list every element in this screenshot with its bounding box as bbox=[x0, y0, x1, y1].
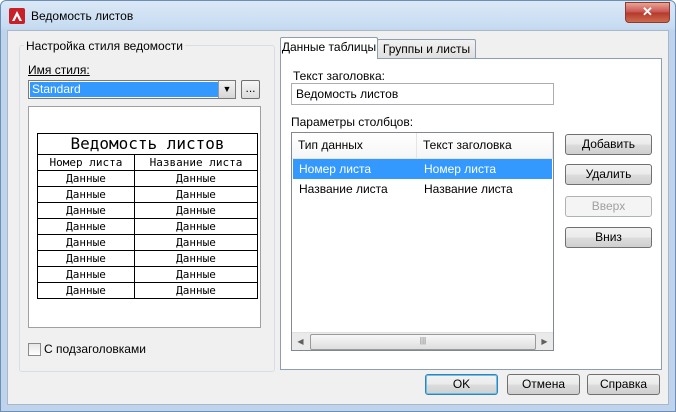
preview-row: Данные Данные bbox=[37, 234, 259, 251]
move-down-button[interactable]: Вниз bbox=[565, 227, 652, 248]
style-name-combobox[interactable]: Standard ▼ bbox=[28, 80, 236, 99]
preview-cell: Данные bbox=[133, 202, 259, 219]
subheaders-checkbox[interactable] bbox=[28, 343, 41, 356]
column-header-data-type[interactable]: Тип данных bbox=[292, 133, 417, 158]
browse-style-button[interactable]: ... bbox=[241, 80, 260, 99]
preview-cell: Данные bbox=[133, 186, 259, 203]
preview-cell: Данные bbox=[133, 170, 259, 187]
header-text-input[interactable]: Ведомость листов bbox=[291, 83, 554, 105]
ok-button[interactable]: OK bbox=[425, 374, 498, 395]
remove-button[interactable]: Удалить bbox=[565, 164, 652, 185]
header-text-label: Текст заголовка: bbox=[293, 69, 385, 83]
tab-groups-and-sheets[interactable]: Группы и листы bbox=[377, 39, 476, 58]
preview-row: Данные Данные bbox=[37, 250, 259, 267]
column-header-header-text[interactable]: Текст заголовка bbox=[417, 133, 553, 158]
list-item[interactable]: Название листа Название листа bbox=[293, 179, 552, 199]
preview-cell: Данные bbox=[37, 218, 135, 235]
preview-cell: Данные bbox=[37, 170, 135, 187]
close-button[interactable]: ✕ bbox=[625, 2, 670, 23]
preview-table: Ведомость листов Номер листа Название ли… bbox=[37, 133, 259, 299]
horizontal-scrollbar[interactable]: ◀ ||| ▶ bbox=[292, 332, 553, 350]
cancel-button[interactable]: Отмена bbox=[507, 374, 580, 395]
window-title: Ведомость листов bbox=[31, 9, 134, 23]
dialog-client-area: Настройка стиля ведомости Имя стиля: Sta… bbox=[7, 30, 669, 405]
preview-row: Данные Данные bbox=[37, 170, 259, 187]
move-up-button[interactable]: Вверх bbox=[565, 196, 652, 217]
chevron-down-icon[interactable]: ▼ bbox=[218, 81, 235, 98]
list-item-header: Название листа bbox=[424, 182, 513, 196]
preview-cell: Данные bbox=[37, 266, 135, 283]
preview-cell: Данные bbox=[37, 202, 135, 219]
preview-title: Ведомость листов bbox=[37, 133, 258, 155]
preview-cell: Данные bbox=[37, 234, 135, 251]
preview-cell: Данные bbox=[133, 266, 259, 283]
scroll-right-icon[interactable]: ▶ bbox=[536, 333, 553, 350]
autocad-logo-icon bbox=[9, 8, 25, 24]
list-item-type: Номер листа bbox=[299, 162, 372, 176]
list-item-header: Номер листа bbox=[424, 162, 497, 176]
columns-list[interactable]: Тип данных Текст заголовка Номер листа Н… bbox=[291, 132, 554, 351]
style-preview: Ведомость листов Номер листа Название ли… bbox=[28, 106, 261, 328]
preview-cell: Данные bbox=[37, 186, 135, 203]
preview-row: Данные Данные bbox=[37, 282, 259, 299]
scrollbar-thumb[interactable]: ||| bbox=[310, 334, 536, 350]
style-settings-group-title: Настройка стиля ведомости bbox=[24, 39, 185, 53]
style-name-value: Standard bbox=[30, 82, 218, 97]
scroll-left-icon[interactable]: ◀ bbox=[292, 333, 309, 350]
help-button[interactable]: Справка bbox=[587, 374, 660, 395]
column-settings-label: Параметры столбцов: bbox=[291, 115, 414, 129]
list-item-type: Название листа bbox=[299, 182, 388, 196]
add-button[interactable]: Добавить bbox=[565, 134, 652, 155]
preview-cell: Данные bbox=[37, 282, 135, 299]
style-name-label-text: Имя стиля: bbox=[28, 63, 90, 77]
preview-row: Данные Данные bbox=[37, 266, 259, 283]
list-item[interactable]: Номер листа Номер листа bbox=[293, 159, 552, 179]
preview-cell: Данные bbox=[133, 234, 259, 251]
preview-header: Название листа bbox=[133, 154, 259, 171]
subheaders-label[interactable]: С подзаголовками bbox=[44, 342, 146, 356]
preview-cell: Данные bbox=[133, 218, 259, 235]
preview-row: Данные Данные bbox=[37, 186, 259, 203]
preview-row: Данные Данные bbox=[37, 218, 259, 235]
preview-row: Данные Данные bbox=[37, 202, 259, 219]
tab-table-data[interactable]: Данные таблицы bbox=[280, 37, 378, 59]
preview-cell: Данные bbox=[37, 250, 135, 267]
preview-cell: Данные bbox=[133, 282, 259, 299]
title-bar[interactable]: Ведомость листов ✕ bbox=[1, 1, 675, 31]
preview-header: Номер листа bbox=[37, 154, 135, 171]
style-name-label: Имя стиля: bbox=[28, 63, 90, 77]
preview-cell: Данные bbox=[133, 250, 259, 267]
columns-list-header: Тип данных Текст заголовка bbox=[292, 133, 553, 159]
